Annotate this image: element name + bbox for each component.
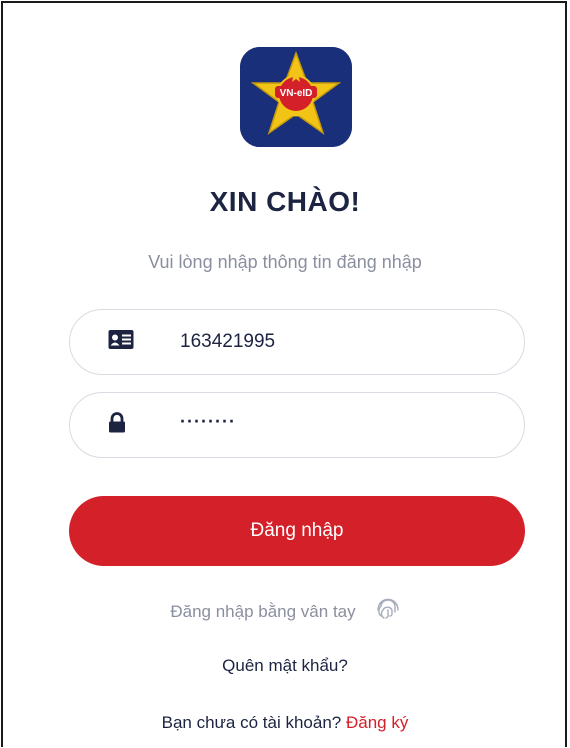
logo-text: VN-eID xyxy=(280,88,313,99)
password-value: ········ xyxy=(180,411,236,432)
register-link[interactable]: Đăng ký xyxy=(346,713,408,732)
lock-icon xyxy=(108,412,126,439)
id-card-icon xyxy=(108,330,134,355)
app-logo: VN-eID xyxy=(240,47,352,147)
fingerprint-login-label: Đăng nhập bằng vân tay xyxy=(170,601,356,621)
page-subtitle: Vui lòng nhập thông tin đăng nhập xyxy=(148,252,422,272)
page-title: XIN CHÀO! xyxy=(209,186,361,217)
fingerprint-login[interactable]: Đăng nhập bằng vân tay xyxy=(0,596,570,627)
login-button-label: Đăng nhập xyxy=(250,520,344,541)
register-prompt: Bạn chưa có tài khoản? xyxy=(161,713,342,732)
id-number-value: 163421995 xyxy=(180,331,276,352)
id-number-field[interactable]: 163421995 xyxy=(69,309,525,375)
password-field[interactable]: ········ xyxy=(69,392,525,458)
star-shield-logo-icon: VN-eID xyxy=(240,47,352,147)
register-row: Bạn chưa có tài khoản? Đăng ký xyxy=(0,713,570,733)
fingerprint-icon xyxy=(376,596,400,627)
login-button[interactable]: Đăng nhập xyxy=(69,496,525,566)
forgot-password-link[interactable]: Quên mật khẩu? xyxy=(0,656,570,676)
